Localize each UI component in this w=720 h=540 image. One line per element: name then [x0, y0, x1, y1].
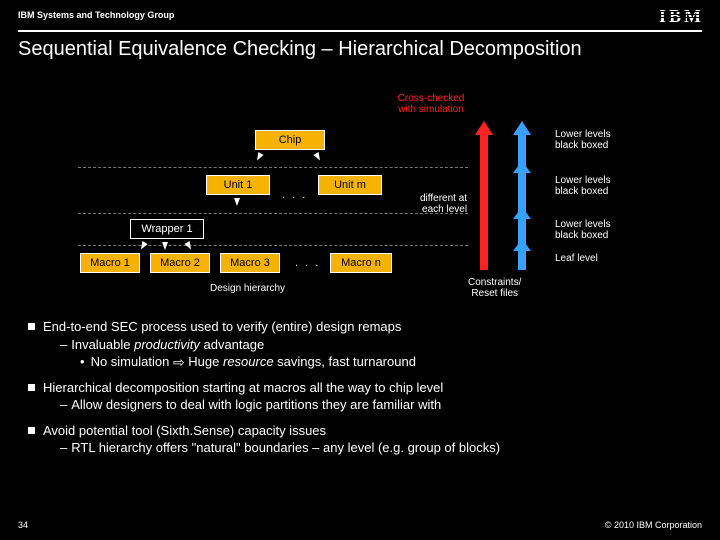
- page-number: 34: [18, 520, 28, 530]
- level-label-wrapper: Lower levels black boxed: [555, 219, 611, 241]
- t: savings, fast turnaround: [274, 354, 416, 369]
- connector-arrow: [138, 241, 147, 251]
- macro1-label: Macro 1: [90, 257, 130, 269]
- bullet-1-text: End-to-end SEC process used to verify (e…: [43, 319, 401, 334]
- bullet-3a: –RTL hierarchy offers "natural" boundari…: [60, 439, 692, 457]
- ibm-logo: IBM: [659, 6, 702, 27]
- t: Allow designers to deal with logic parti…: [71, 397, 441, 412]
- macro2-label: Macro 2: [160, 257, 200, 269]
- simulation-arrow: [475, 121, 493, 270]
- copyright: © 2010 IBM Corporation: [605, 520, 702, 530]
- ellipsis: . . .: [295, 257, 320, 269]
- level-divider: [78, 213, 468, 214]
- unitm-box: Unit m: [318, 175, 382, 195]
- level-label-leaf: Leaf level: [555, 253, 598, 264]
- connector-arrow: [184, 241, 193, 251]
- unit1-box: Unit 1: [206, 175, 270, 195]
- macron-box: Macro n: [330, 253, 392, 273]
- hierarchy-caption: Design hierarchy: [210, 283, 285, 294]
- level-label-unit: Lower levels black boxed: [555, 175, 611, 197]
- chip-label: Chip: [279, 134, 302, 146]
- connector-arrow: [162, 242, 168, 250]
- level-divider: [78, 245, 468, 246]
- t-em: resource: [223, 354, 274, 369]
- macron-label: Macro n: [341, 257, 381, 269]
- bullet-1: End-to-end SEC process used to verify (e…: [28, 318, 692, 336]
- bullet-2a: –Allow designers to deal with logic part…: [60, 396, 692, 414]
- bullet-2-text: Hierarchical decomposition starting at m…: [43, 380, 443, 395]
- macro3-box: Macro 3: [220, 253, 280, 273]
- t: RTL hierarchy offers "natural" boundarie…: [71, 440, 500, 455]
- macro2-box: Macro 2: [150, 253, 210, 273]
- blackbox-tick: [513, 239, 531, 251]
- unit1-label: Unit 1: [224, 179, 253, 191]
- t: advantage: [200, 337, 264, 352]
- header-rule: [18, 30, 702, 32]
- t: Huge: [185, 354, 223, 369]
- different-note: different at each level: [420, 193, 467, 215]
- ellipsis: . . .: [282, 189, 307, 201]
- connector-arrow: [234, 198, 240, 206]
- hierarchy-diagram: Chip Unit 1 Unit m . . . Wrapper 1 Macro…: [0, 85, 720, 295]
- level-divider: [78, 167, 468, 168]
- org-name: IBM Systems and Technology Group: [18, 10, 174, 20]
- bullet-3-text: Avoid potential tool (Sixth.Sense) capac…: [43, 423, 326, 438]
- level-label-chip: Lower levels black boxed: [555, 129, 611, 151]
- cross-checked-note: Cross-checked with simulation: [376, 93, 486, 115]
- unitm-label: Unit m: [334, 179, 366, 191]
- bullet-3: Avoid potential tool (Sixth.Sense) capac…: [28, 422, 692, 440]
- header: IBM Systems and Technology Group IBM: [0, 0, 720, 34]
- blackbox-tick: [513, 207, 531, 219]
- bullets: End-to-end SEC process used to verify (e…: [28, 310, 692, 457]
- connector-arrow: [254, 152, 263, 162]
- bullet-1b: •No simulation ⇨ Huge resource savings, …: [80, 353, 692, 371]
- square-bullet-icon: [28, 323, 35, 330]
- blackbox-tick: [513, 161, 531, 173]
- constraints-note: Constraints/ Reset files: [468, 277, 521, 299]
- t: No simulation: [91, 354, 173, 369]
- macro1-box: Macro 1: [80, 253, 140, 273]
- slide: IBM Systems and Technology Group IBM Seq…: [0, 0, 720, 540]
- connector-arrow: [313, 152, 322, 162]
- square-bullet-icon: [28, 427, 35, 434]
- bullet-1a: –Invaluable productivity advantage: [60, 336, 692, 354]
- t: Invaluable: [71, 337, 134, 352]
- macro3-label: Macro 3: [230, 257, 270, 269]
- t-em: productivity: [134, 337, 200, 352]
- page-title: Sequential Equivalence Checking – Hierar…: [18, 38, 582, 61]
- square-bullet-icon: [28, 384, 35, 391]
- chip-box: Chip: [255, 130, 325, 150]
- bullet-2: Hierarchical decomposition starting at m…: [28, 379, 692, 397]
- wrapper-box: Wrapper 1: [130, 219, 204, 239]
- wrapper-label: Wrapper 1: [141, 223, 192, 235]
